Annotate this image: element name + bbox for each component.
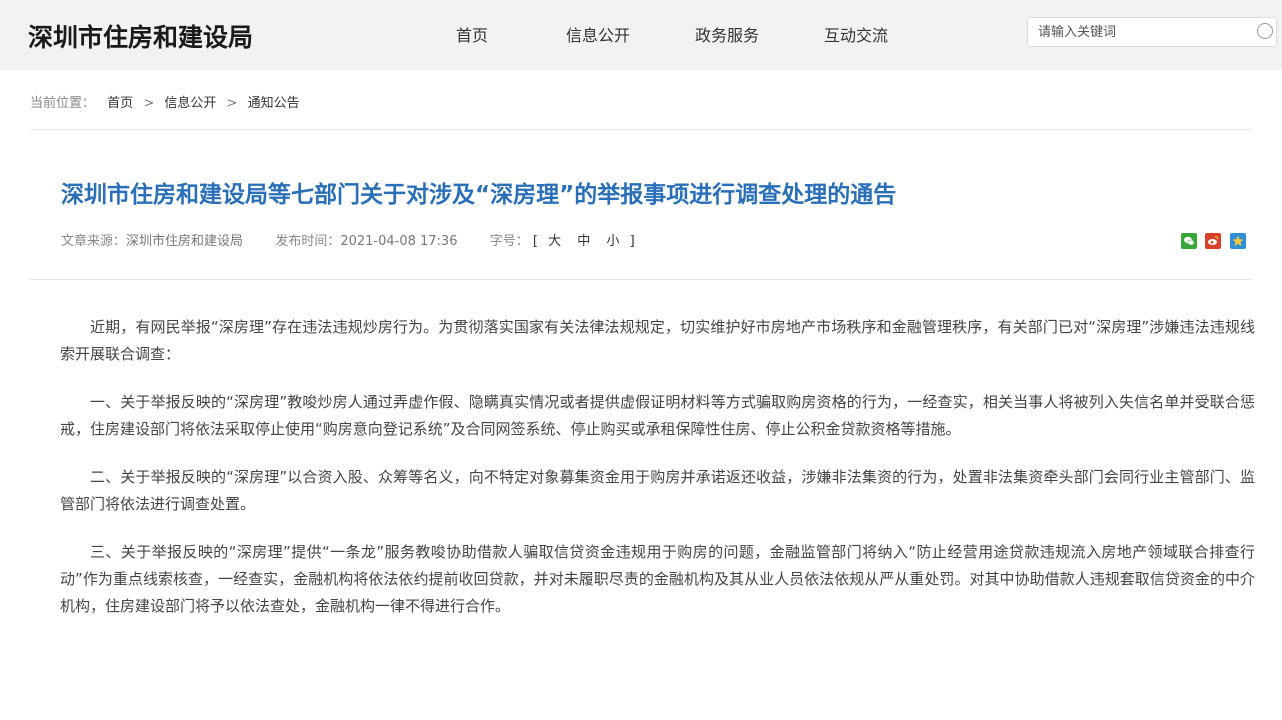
article-paragraph: 三、关于举报反映的“深房理”提供“一条龙”服务教唆协助借款人骗取信贷资金违规用于… — [60, 543, 1255, 615]
font-size-small[interactable]: 小 — [606, 234, 619, 249]
breadcrumb-notices[interactable]: 通知公告 — [248, 96, 300, 111]
search-icon[interactable] — [1257, 23, 1273, 39]
wechat-icon[interactable] — [1181, 233, 1197, 249]
divider — [30, 129, 1252, 130]
divider — [30, 279, 1252, 280]
font-size-large[interactable]: 大 — [548, 234, 561, 249]
nav-item-interaction[interactable]: 互动交流 — [824, 22, 888, 46]
search-box — [1027, 17, 1277, 47]
font-size-label: 字号： — [489, 234, 529, 249]
breadcrumb-prefix: 当前位置： — [30, 96, 96, 111]
source-label: 文章来源： — [61, 234, 127, 249]
publish-date: 2021-04-08 17:36 — [340, 234, 458, 249]
nav-item-info-public[interactable]: 信息公开 — [566, 22, 630, 46]
nav-item-gov-services[interactable]: 政务服务 — [695, 22, 759, 46]
breadcrumb-separator: > — [226, 96, 238, 111]
font-size-medium[interactable]: 中 — [577, 234, 590, 249]
site-logo[interactable]: 深圳市住房和建设局 — [28, 18, 253, 54]
qzone-icon[interactable] — [1230, 233, 1246, 249]
breadcrumb-home[interactable]: 首页 — [107, 96, 133, 111]
date-label: 发布时间： — [275, 234, 341, 249]
bracket-open: [ — [532, 234, 538, 249]
article-paragraph: 二、关于举报反映的“深房理”以合资入股、众筹等名义，向不特定对象募集资金用于购房… — [60, 468, 1255, 513]
article-paragraph: 近期，有网民举报“深房理”存在违法违规炒房行为。为贯彻落实国家有关法律法规规定，… — [60, 318, 1255, 363]
article-body: 近期，有网民举报“深房理”存在违法违规炒房行为。为贯彻落实国家有关法律法规规定，… — [60, 314, 1255, 641]
breadcrumb-separator: > — [143, 96, 155, 111]
search-input[interactable] — [1038, 22, 1238, 42]
font-size-control: [ 大 中 小 ] — [533, 234, 635, 249]
weibo-icon[interactable] — [1205, 233, 1221, 249]
breadcrumb-info-public[interactable]: 信息公开 — [164, 96, 216, 111]
article-meta: 文章来源：深圳市住房和建设局 发布时间：2021-04-08 17:36 字号：… — [61, 230, 635, 249]
bracket-close: ] — [629, 234, 635, 249]
source-value: 深圳市住房和建设局 — [126, 234, 244, 249]
breadcrumb: 当前位置： 首页 > 信息公开 > 通知公告 — [30, 92, 300, 111]
article-paragraph: 一、关于举报反映的“深房理”教唆炒房人通过弄虚作假、隐瞒真实情况或者提供虚假证明… — [60, 393, 1255, 438]
article-title: 深圳市住房和建设局等七部门关于对涉及“深房理”的举报事项进行调查处理的通告 — [61, 182, 897, 208]
site-header: 深圳市住房和建设局 首页 信息公开 政务服务 互动交流 — [0, 0, 1282, 70]
nav-item-home[interactable]: 首页 — [456, 22, 488, 46]
